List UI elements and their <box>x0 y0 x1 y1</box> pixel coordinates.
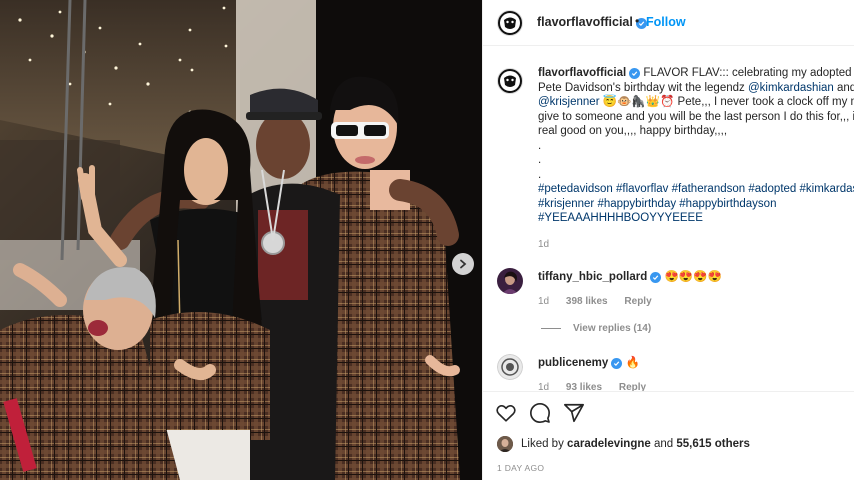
liked-by: Liked by caradelevingne and 55,615 other… <box>497 436 750 452</box>
caption-body-2: and <box>837 81 854 94</box>
comment-body: tiffany_hbic_pollard 😍😍😍😍 <box>538 270 854 284</box>
liker-avatar[interactable] <box>497 436 513 452</box>
caption-dot: . <box>538 139 542 152</box>
comment-text: 🔥 <box>625 357 640 369</box>
post-photo <box>0 0 482 480</box>
profile-avatar[interactable] <box>497 10 523 36</box>
caption-time[interactable]: 1d <box>538 238 854 253</box>
post-header: flavorflavofficial • Follow <box>483 0 854 46</box>
carousel-next-button[interactable] <box>452 253 474 275</box>
caption-avatar[interactable] <box>497 68 523 94</box>
user-photo-icon <box>497 268 523 294</box>
caption-dot: . <box>538 154 542 166</box>
heart-icon[interactable] <box>495 402 517 424</box>
verified-icon <box>650 272 662 283</box>
liked-by-and: and <box>653 438 674 450</box>
caption-hashtags[interactable]: #petedavidson #flavorflav #fatherandson … <box>538 182 854 226</box>
replies-divider <box>541 327 561 329</box>
header-username-text[interactable]: flavorflavofficial <box>537 15 633 29</box>
mention-kimkardashian[interactable]: @kimkardashian <box>748 82 834 94</box>
comment-likes[interactable]: 398 likes <box>566 296 608 307</box>
reply-button[interactable]: Reply <box>624 296 651 307</box>
mention-krisjenner[interactable]: @krisjenner <box>538 96 600 108</box>
reply-button[interactable]: Reply <box>619 382 646 391</box>
action-icons <box>495 402 585 424</box>
comment-likes[interactable]: 93 likes <box>566 382 602 391</box>
view-replies-label[interactable]: View replies (14) <box>573 323 651 334</box>
post-date[interactable]: 1 DAY AGO <box>497 463 544 473</box>
comment-meta: 1d 398 likes Reply <box>538 296 666 307</box>
comment-time[interactable]: 1d <box>538 296 549 307</box>
post-side-panel: flavorflavofficial • Follow flavorflavof… <box>482 0 854 480</box>
comments-section[interactable]: flavorflavofficial FLAVOR FLAV::: celebr… <box>483 46 854 391</box>
comment-icon[interactable] <box>529 402 551 424</box>
caption-username[interactable]: flavorflavofficial <box>538 67 626 79</box>
share-icon[interactable] <box>563 402 585 424</box>
liked-by-user[interactable]: caradelevingne <box>567 438 651 450</box>
liked-by-prefix: Liked by <box>521 438 564 450</box>
liked-by-count[interactable]: 55,615 others <box>676 438 750 450</box>
chevron-right-icon <box>458 259 468 269</box>
caption-emojis: 😇🐵🦍👑⏰ <box>602 96 675 108</box>
header-username[interactable]: flavorflavofficial <box>537 15 647 29</box>
comment-meta: 1d 93 likes Reply <box>538 382 660 391</box>
user-photo-icon <box>497 436 513 452</box>
caption-dot: . <box>538 168 542 181</box>
commenter-avatar[interactable] <box>497 354 523 380</box>
comment-username[interactable]: tiffany_hbic_pollard <box>538 271 647 283</box>
post-actions: Liked by caradelevingne and 55,615 other… <box>483 391 854 480</box>
comment-time[interactable]: 1d <box>538 382 549 391</box>
panther-logo-icon <box>500 71 520 91</box>
target-logo-icon <box>497 354 523 380</box>
verified-icon <box>629 68 641 79</box>
caption-text: flavorflavofficial FLAVOR FLAV::: celebr… <box>538 66 854 252</box>
verified-icon <box>611 358 623 369</box>
follow-button[interactable]: Follow <box>646 15 686 29</box>
comment-text: 😍😍😍😍 <box>664 271 722 283</box>
view-replies-button[interactable]: View replies (14) <box>541 323 651 334</box>
comment-body: publicenemy 🔥 <box>538 356 854 370</box>
header-separator: • <box>635 14 640 28</box>
commenter-avatar[interactable] <box>497 268 523 294</box>
photo-image <box>0 0 482 480</box>
panther-logo-icon <box>500 13 520 33</box>
comment-username[interactable]: publicenemy <box>538 357 608 369</box>
